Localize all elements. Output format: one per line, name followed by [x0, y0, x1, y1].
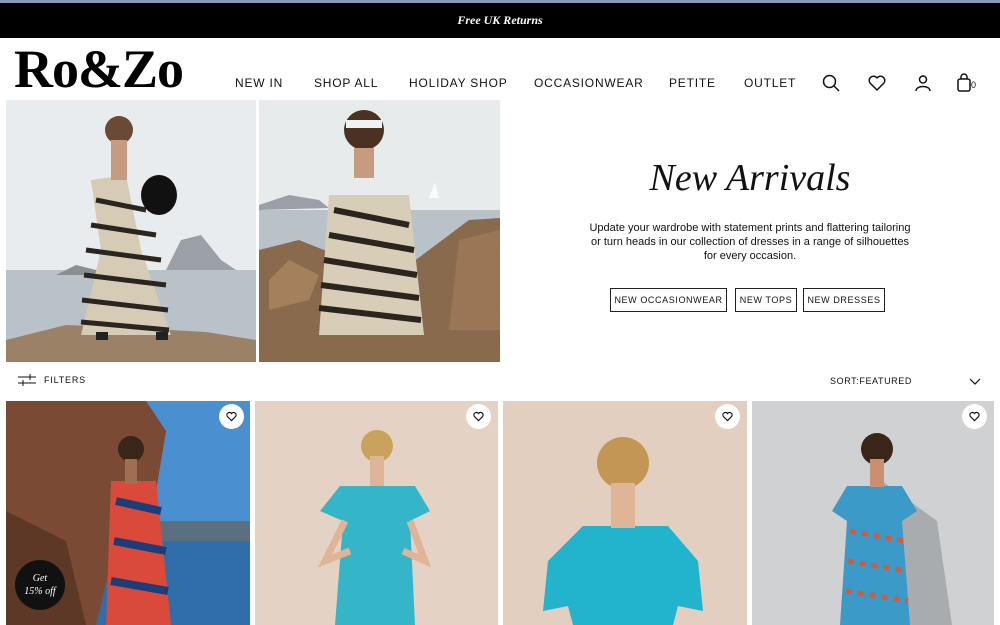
- new-occasionwear-button[interactable]: NEW OCCASIONWEAR: [610, 288, 727, 312]
- wishlist-button-4[interactable]: [962, 404, 987, 429]
- nav-outlet[interactable]: OUTLET: [744, 76, 796, 90]
- main-nav: NEW IN SHOP ALL HOLIDAY SHOP OCCASIONWEA…: [0, 76, 800, 92]
- product-card-2[interactable]: [255, 401, 498, 625]
- product-card-4[interactable]: [752, 401, 994, 625]
- chevron-down-icon[interactable]: [968, 374, 982, 388]
- sort-dropdown[interactable]: SORT:FEATURED: [830, 376, 912, 386]
- filter-bar: FILTERS SORT:FEATURED: [0, 370, 1000, 394]
- heart-icon: [722, 411, 733, 422]
- badge-line-2: 15% off: [24, 586, 56, 597]
- product-image-4: [752, 401, 994, 625]
- site-header: Ro&Zo NEW IN SHOP ALL HOLIDAY SHOP OCCAS…: [0, 38, 1000, 100]
- new-tops-button[interactable]: NEW TOPS: [735, 288, 797, 312]
- nav-holiday-shop[interactable]: HOLIDAY SHOP: [409, 76, 508, 90]
- account-icon[interactable]: [912, 72, 934, 94]
- sliders-icon: [18, 374, 36, 386]
- heart-icon: [226, 411, 237, 422]
- hero-title: New Arrivals: [649, 157, 851, 199]
- bag-icon[interactable]: 0: [955, 72, 977, 94]
- wishlist-button-2[interactable]: [466, 404, 491, 429]
- search-icon[interactable]: [820, 72, 842, 94]
- badge-line-1: Get: [32, 573, 48, 584]
- hero-image-1[interactable]: [6, 100, 256, 362]
- product-image-2: [255, 401, 498, 625]
- product-card-3[interactable]: [503, 401, 747, 625]
- heart-icon: [473, 411, 484, 422]
- cart-count: 0: [971, 80, 977, 90]
- announcement-text: Free UK Returns: [457, 13, 543, 27]
- product-image-3: [503, 401, 747, 625]
- hero-text-panel: New Arrivals Update your wardrobe with s…: [500, 100, 1000, 362]
- filters-label: FILTERS: [44, 375, 86, 385]
- nav-shop-all[interactable]: SHOP ALL: [314, 76, 378, 90]
- nav-petite[interactable]: PETITE: [669, 76, 716, 90]
- hero-image-2[interactable]: [259, 100, 500, 362]
- wishlist-button-3[interactable]: [715, 404, 740, 429]
- wishlist-button-1[interactable]: [219, 404, 244, 429]
- hero-description: Update your wardrobe with statement prin…: [589, 222, 911, 262]
- filters-button[interactable]: FILTERS: [18, 374, 86, 386]
- nav-occasionwear[interactable]: OCCASIONWEAR: [534, 76, 644, 90]
- heart-icon: [969, 411, 980, 422]
- heart-icon[interactable]: [866, 72, 888, 94]
- discount-badge[interactable]: Get 15% off: [15, 560, 65, 610]
- new-dresses-button[interactable]: NEW DRESSES: [803, 288, 885, 312]
- announcement-bar[interactable]: Free UK Returns: [0, 3, 1000, 38]
- nav-new-in[interactable]: NEW IN: [235, 76, 283, 90]
